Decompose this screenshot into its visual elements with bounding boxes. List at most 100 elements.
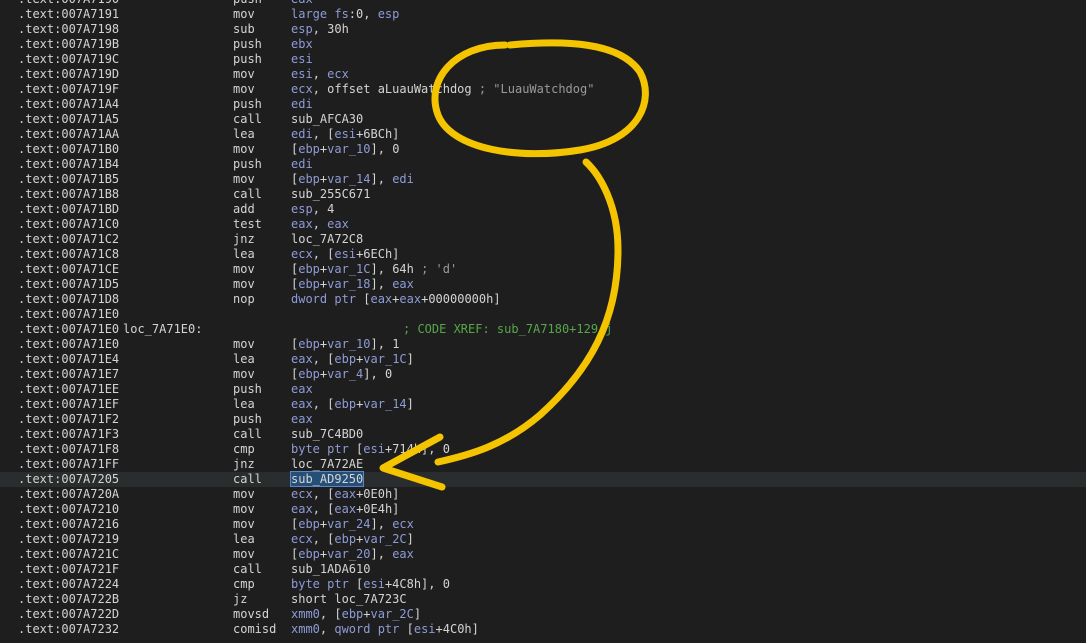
operand-token: eax — [392, 547, 414, 561]
disassembly-listing[interactable]: .text:007A7190 push eax .text:007A7191 mov la… — [0, 0, 1086, 637]
operand-token: var_10 — [327, 337, 371, 351]
code-line[interactable]: .text:007A71EE push eax — [0, 382, 1086, 397]
code-line[interactable]: .text:007A721C mov [ebp+var_20], eax — [0, 547, 1086, 562]
operands[interactable]: ecx, [esi+6ECh] — [291, 247, 399, 262]
code-line[interactable]: .text:007A7216 mov [ebp+var_24], ecx — [0, 517, 1086, 532]
operands[interactable]: [ebp+var_18], eax — [291, 277, 414, 292]
code-line[interactable]: .text:007A71D5 mov [ebp+var_18], eax — [0, 277, 1086, 292]
operands[interactable]: [ebp+var_14], edi — [291, 172, 414, 187]
operand-token: esp — [291, 22, 313, 36]
operands[interactable]: short loc_7A723C — [291, 592, 407, 607]
operands[interactable]: loc_7A72C8 — [291, 232, 363, 247]
operand-token: sub_AFCA30 — [291, 112, 364, 126]
code-line[interactable]: .text:007A71B4 push edi — [0, 157, 1086, 172]
mnemonic: push — [233, 0, 262, 7]
operands[interactable]: sub_7C4BD0 — [291, 427, 363, 442]
operand-token: ebp — [334, 532, 357, 546]
code-line[interactable]: .text:007A71B5 mov [ebp+var_14], edi — [0, 172, 1086, 187]
operands[interactable]: edi — [291, 97, 313, 112]
operands[interactable]: eax — [291, 412, 313, 427]
code-line[interactable]: .text:007A720A mov ecx, [eax+0E0h] — [0, 487, 1086, 502]
code-line[interactable]: .text:007A71A5 call sub_AFCA30 — [0, 112, 1086, 127]
code-line[interactable]: .text:007A71EF lea eax, [ebp+var_14] — [0, 397, 1086, 412]
code-line[interactable]: .text:007A7219 lea ecx, [ebp+var_2C] — [0, 532, 1086, 547]
code-line[interactable]: .text:007A719C push esi — [0, 52, 1086, 67]
code-line[interactable]: .text:007A71F8 cmp byte ptr [esi+714h], 0 — [0, 442, 1086, 457]
operands[interactable]: [ebp+var_20], eax — [291, 547, 414, 562]
operands[interactable]: sub_1ADA610 — [291, 562, 370, 577]
mnemonic: push — [233, 382, 262, 396]
operands[interactable]: loc_7A72AE — [291, 457, 363, 472]
operands[interactable]: xmm0, [ebp+var_2C] — [291, 607, 421, 622]
code-line[interactable]: .text:007A7224 cmp byte ptr [esi+4C8h], 0 — [0, 577, 1086, 592]
code-line[interactable]: .text:007A7232 comisd xmm0, qword ptr [esi… — [0, 622, 1086, 637]
operands[interactable]: ecx, [eax+0E0h] — [291, 487, 399, 502]
operand-token: xmm0 — [291, 622, 320, 636]
selected-symbol[interactable]: sub_AD9250 — [289, 471, 365, 487]
code-line[interactable]: .text:007A71E4 lea eax, [ebp+var_1C] — [0, 352, 1086, 367]
operands[interactable]: [ebp+var_10], 0 — [291, 142, 399, 157]
code-line[interactable]: .text:007A71E7 mov [ebp+var_4], 0 — [0, 367, 1086, 382]
code-line[interactable]: .text:007A722B jz short loc_7A723C — [0, 592, 1086, 607]
operands[interactable]: esi, ecx — [291, 67, 349, 82]
code-line[interactable]: .text:007A71E0 — [0, 307, 1086, 322]
mnemonic: call — [233, 472, 262, 486]
code-line[interactable]: .text:007A71F2 push eax — [0, 412, 1086, 427]
operands[interactable]: eax — [291, 0, 313, 7]
operand-token: var_1C — [327, 262, 371, 276]
operands[interactable]: sub_255C671 — [291, 187, 370, 202]
operands[interactable]: edi, [esi+6BCh] — [291, 127, 399, 142]
code-line[interactable]: .text:007A722D movsd xmm0, [ebp+var_2C] — [0, 607, 1086, 622]
operands[interactable]: esp, 4 — [291, 202, 334, 217]
code-line[interactable]: .text:007A7210 mov eax, [eax+0E4h] — [0, 502, 1086, 517]
code-line[interactable]: .text:007A71CE mov [ebp+var_1C], 64h ; 'd' — [0, 262, 1086, 277]
code-line[interactable]: .text:007A7198 sub esp, 30h — [0, 22, 1086, 37]
operands[interactable]: edi — [291, 157, 313, 172]
operands[interactable]: esi — [291, 52, 313, 67]
code-line[interactable]: .text:007A7191 mov large fs:0, esp — [0, 7, 1086, 22]
operands[interactable]: eax, eax — [291, 217, 349, 232]
code-line[interactable]: .text:007A719F mov ecx, offset aLuauWatchd… — [0, 82, 1086, 97]
code-line[interactable]: .text:007A71BD add esp, 4 — [0, 202, 1086, 217]
code-line[interactable]: .text:007A71D8 nop dword ptr [eax+eax+0000… — [0, 292, 1086, 307]
operands[interactable]: [ebp+var_1C], 64h ; 'd' — [291, 262, 457, 277]
operands[interactable]: sub_AFCA30 — [291, 112, 363, 127]
code-line[interactable]: .text:007A71C8 lea ecx, [esi+6ECh] — [0, 247, 1086, 262]
operands[interactable]: eax, [eax+0E4h] — [291, 502, 399, 517]
operands[interactable]: byte ptr [esi+4C8h], 0 — [291, 577, 450, 592]
code-line[interactable]: .text:007A71B0 mov [ebp+var_10], 0 — [0, 142, 1086, 157]
operands[interactable]: ecx, offset aLuauWatchdog ; "LuauWatchdo… — [291, 82, 594, 97]
operands[interactable]: eax, [ebp+var_14] — [291, 397, 414, 412]
operands[interactable]: large fs:0, esp — [291, 7, 399, 22]
operands[interactable]: eax, [ebp+var_1C] — [291, 352, 414, 367]
operands[interactable]: xmm0, qword ptr [esi+4C0h] — [291, 622, 479, 637]
code-line[interactable]: .text:007A71B8 call sub_255C671 — [0, 187, 1086, 202]
operands[interactable]: ecx, [ebp+var_2C] — [291, 532, 414, 547]
code-label[interactable]: loc_7A71E0: — [123, 322, 202, 337]
code-line[interactable]: .text:007A719D mov esi, ecx — [0, 67, 1086, 82]
code-line[interactable]: .text:007A7205 call sub_AD9250 — [0, 471, 1086, 487]
xref-comment[interactable]: ; CODE XREF: sub_7A7180+129↓j — [403, 322, 613, 337]
code-line[interactable]: .text:007A71A4 push edi — [0, 97, 1086, 112]
operand-token: , 4 — [312, 202, 335, 216]
code-line[interactable]: .text:007A71FF jnz loc_7A72AE — [0, 457, 1086, 472]
code-line[interactable]: .text:007A71AA lea edi, [esi+6BCh] — [0, 127, 1086, 142]
operands[interactable]: sub_AD9250 — [289, 471, 365, 487]
operands[interactable]: [ebp+var_4], 0 — [291, 367, 392, 382]
code-line[interactable]: .text:007A71E0 mov [ebp+var_10], 1 — [0, 337, 1086, 352]
code-line[interactable]: .text:007A71C0 test eax, eax — [0, 217, 1086, 232]
operands[interactable]: esp, 30h — [291, 22, 349, 37]
code-line[interactable]: .text:007A7190 push eax — [0, 0, 1086, 7]
code-label-row[interactable]: .text:007A71E0 loc_7A71E0: ; CODE XREF: su… — [0, 322, 1086, 337]
code-line[interactable]: .text:007A721F call sub_1ADA610 — [0, 562, 1086, 577]
operands[interactable]: byte ptr [esi+714h], 0 — [291, 442, 450, 457]
operands[interactable]: [ebp+var_24], ecx — [291, 517, 414, 532]
operands[interactable]: [ebp+var_10], 1 — [291, 337, 399, 352]
code-line[interactable]: .text:007A71F3 call sub_7C4BD0 — [0, 427, 1086, 442]
operands[interactable]: ebx — [291, 37, 313, 52]
operand-token: ebp — [298, 337, 320, 351]
operands[interactable]: eax — [291, 382, 313, 397]
code-line[interactable]: .text:007A71C2 jnz loc_7A72C8 — [0, 232, 1086, 247]
operands[interactable]: dword ptr [eax+eax+00000000h] — [291, 292, 501, 307]
code-line[interactable]: .text:007A719B push ebx — [0, 37, 1086, 52]
